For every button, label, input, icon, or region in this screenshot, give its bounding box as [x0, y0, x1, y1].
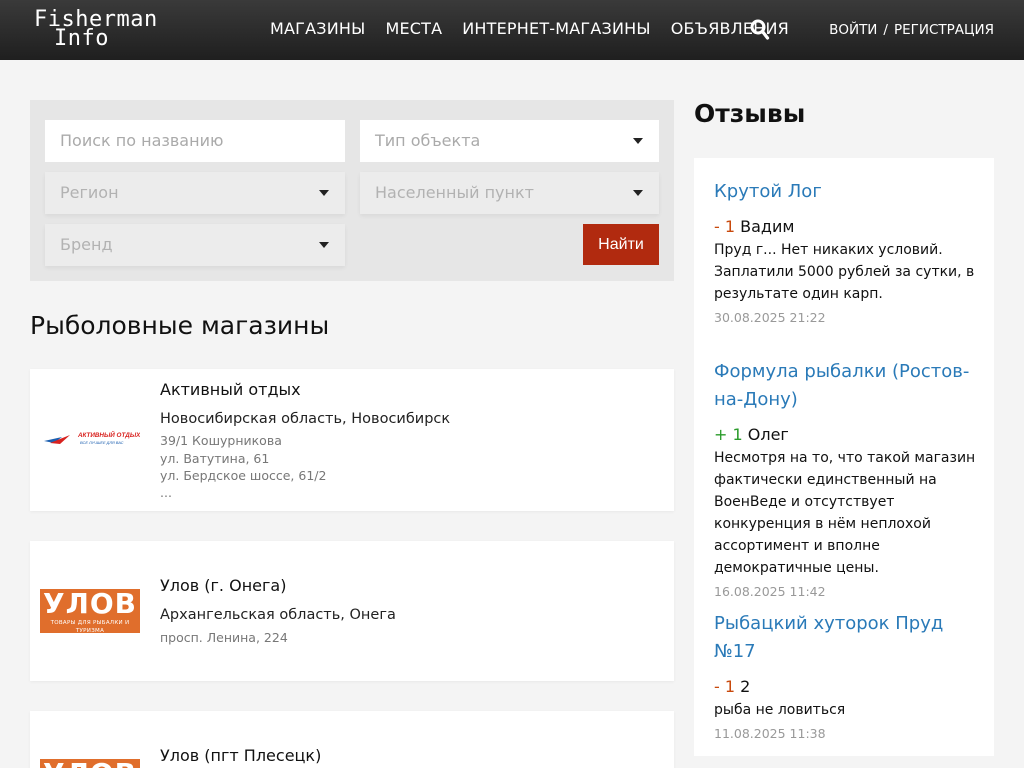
logo-text-info: Info — [54, 26, 109, 51]
shop-address: просп. Ленина, 224 — [160, 630, 288, 645]
city-select[interactable]: Населенный пункт — [360, 172, 659, 214]
fisherman-info-logo[interactable]: Fisherman Info — [34, 9, 179, 51]
caret-down-icon — [319, 190, 329, 196]
aktivny-otdyh-logo: АКТИВНЫЙ ОТДЫХ ВСЕ ЛУЧШЕЕ ДЛЯ ВАС — [44, 430, 141, 445]
review-author: Олег — [747, 425, 789, 444]
review-score: + 1 — [714, 425, 743, 444]
review-date: 16.08.2025 11:42 — [714, 584, 826, 599]
ulov-logo-subtitle: ТОВАРЫ ДЛЯ РЫБАЛКИ И ТУРИЗМА — [50, 620, 130, 633]
review-item: Крутой Лог - 1 Вадим Пруд г... Нет никак… — [714, 178, 976, 328]
caret-down-icon — [633, 190, 643, 196]
top-navigation-bar: Fisherman Info МАГАЗИНЫ МЕСТА ИНТЕРНЕТ-М… — [0, 0, 1024, 60]
shop-address: ул. Ватутина, 61 — [160, 450, 270, 466]
shop-region: Архангельская область, Онега — [160, 607, 396, 623]
review-author: 2 — [740, 677, 751, 696]
review-date: 11.08.2025 11:38 — [714, 726, 826, 741]
review-meta: - 1 2 — [714, 676, 976, 698]
brand-value: Бренд — [60, 235, 113, 254]
review-place-link[interactable]: Формула рыбалки (Ростов-на-Дону) — [714, 358, 976, 414]
review-score: - 1 — [714, 677, 736, 696]
review-score: - 1 — [714, 217, 736, 236]
nav-shops[interactable]: МАГАЗИНЫ — [270, 18, 365, 40]
caret-down-icon — [633, 138, 643, 144]
shop-address: ул. Бердское шоссе, 61/2 — [160, 468, 327, 483]
review-item: Рыбацкий хуторок Пруд №17 - 1 2 рыба не … — [714, 610, 976, 744]
object-type-select[interactable]: Тип объекта — [360, 120, 659, 162]
main-menu: МАГАЗИНЫ МЕСТА ИНТЕРНЕТ-МАГАЗИНЫ ОБЪЯВЛЕ… — [270, 18, 789, 40]
shop-name[interactable]: Активный отдых — [160, 379, 301, 401]
auth-links: ВОЙТИ / РЕГИСТРАЦИЯ — [829, 21, 994, 39]
caret-down-icon — [319, 242, 329, 248]
region-select[interactable]: Регион — [45, 172, 345, 214]
shop-name[interactable]: Улов (г. Онега) — [160, 575, 286, 597]
page-title: Рыболовные магазины — [30, 311, 330, 340]
find-button[interactable]: Найти — [583, 224, 659, 265]
ulov-logo-title: УЛОВ — [43, 589, 137, 620]
ao-logo-title: АКТИВНЫЙ ОТДЫХ — [77, 430, 140, 439]
review-text: Пруд г... Нет никаких условий. Заплатили… — [714, 242, 975, 302]
shop-logo: УЛОВ — [40, 759, 140, 768]
ulov-logo-title: УЛОВ — [43, 759, 137, 768]
search-icon[interactable] — [750, 19, 770, 41]
shop-name[interactable]: Улов (пгт Плесецк) — [160, 745, 321, 767]
nav-online-shops[interactable]: ИНТЕРНЕТ-МАГАЗИНЫ — [462, 18, 650, 40]
brand-select[interactable]: Бренд — [45, 224, 345, 266]
auth-separator: / — [883, 22, 888, 38]
shop-card[interactable]: УЛОВ Улов (пгт Плесецк) — [30, 711, 674, 768]
review-author: Вадим — [740, 217, 795, 236]
shop-address: 39/1 Кошурникова — [160, 433, 282, 448]
shop-logo: АКТИВНЫЙ ОТДЫХ ВСЕ ЛУЧШЕЕ ДЛЯ ВАС — [40, 417, 141, 461]
review-place-link[interactable]: Крутой Лог — [714, 178, 976, 206]
search-by-name-input[interactable]: Поиск по названию — [45, 120, 345, 162]
review-meta: + 1 Олег — [714, 424, 976, 446]
city-value: Населенный пункт — [375, 183, 534, 202]
reviews-panel: Крутой Лог - 1 Вадим Пруд г... Нет никак… — [694, 158, 994, 756]
shop-card[interactable]: АКТИВНЫЙ ОТДЫХ ВСЕ ЛУЧШЕЕ ДЛЯ ВАС Активн… — [30, 369, 674, 511]
shop-filter-panel: Поиск по названию Тип объекта Регион Нас… — [30, 100, 674, 281]
review-meta: - 1 Вадим — [714, 216, 976, 238]
nav-places[interactable]: МЕСТА — [385, 18, 442, 40]
login-link[interactable]: ВОЙТИ — [829, 21, 877, 39]
review-text: рыба не ловиться — [714, 702, 846, 718]
object-type-value: Тип объекта — [375, 131, 481, 150]
review-place-link[interactable]: Рыбацкий хуторок Пруд №17 — [714, 610, 976, 666]
register-link[interactable]: РЕГИСТРАЦИЯ — [894, 21, 994, 39]
shop-address-more: ... — [160, 485, 172, 500]
review-item: Формула рыбалки (Ростов-на-Дону) + 1 Оле… — [714, 358, 976, 602]
nav-classifieds[interactable]: ОБЪЯВЛЕНИЯ — [671, 18, 789, 40]
shop-region: Новосибирская область, Новосибирск — [160, 411, 451, 427]
review-text: Несмотря на то, что такой магазин фактич… — [714, 450, 976, 576]
shop-card[interactable]: УЛОВ ТОВАРЫ ДЛЯ РЫБАЛКИ И ТУРИЗМА Улов (… — [30, 541, 674, 681]
ao-logo-subtitle: ВСЕ ЛУЧШЕЕ ДЛЯ ВАС — [80, 440, 124, 445]
review-date: 30.08.2025 21:22 — [714, 310, 826, 325]
shop-logo: УЛОВ ТОВАРЫ ДЛЯ РЫБАЛКИ И ТУРИЗМА — [40, 589, 140, 633]
region-value: Регион — [60, 183, 119, 202]
reviews-title: Отзывы — [694, 99, 806, 128]
